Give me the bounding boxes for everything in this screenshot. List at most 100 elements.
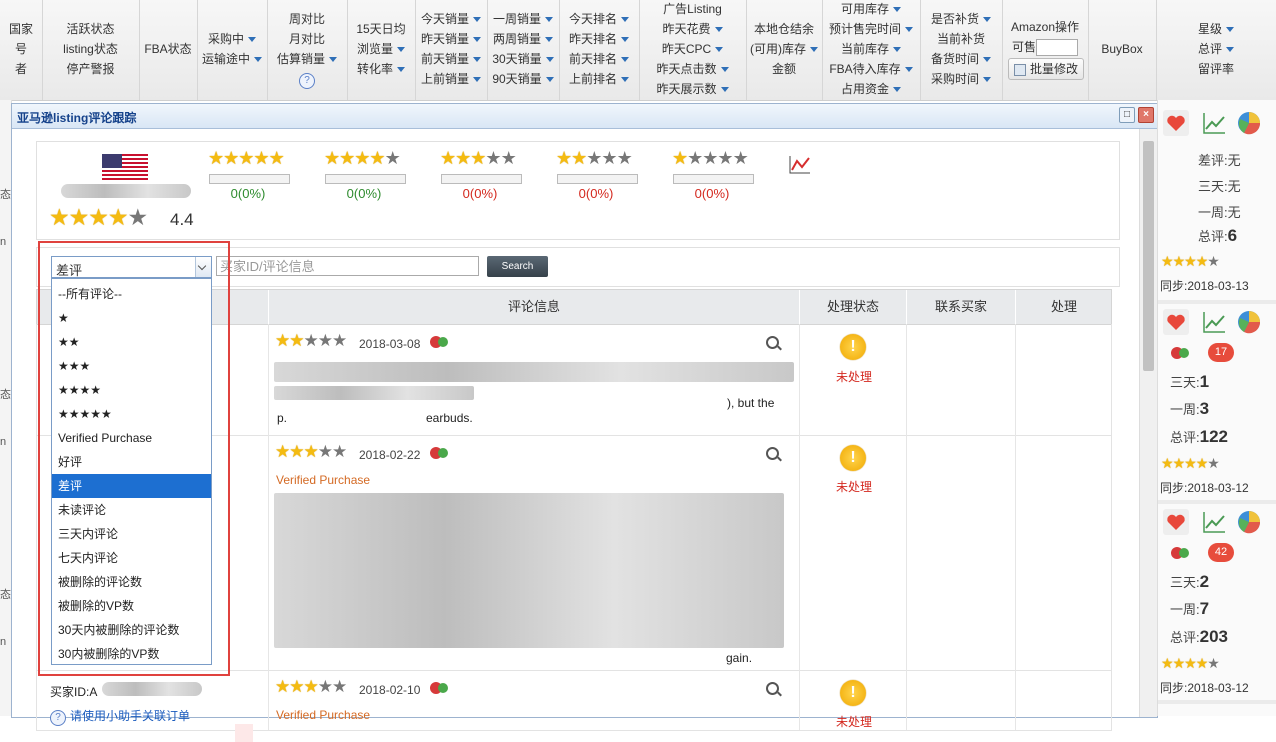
header-2week-sales[interactable]: 两周销量 [493,32,541,46]
header-30day-sales[interactable]: 30天销量 [492,52,541,66]
filter-option[interactable]: 差评 [52,474,211,498]
chevron-down-icon[interactable] [904,67,913,73]
buyer-profile-icon[interactable] [429,444,451,460]
header-week-compare[interactable]: 周对比 [267,11,347,27]
filter-option[interactable]: 七天内评论 [52,546,211,570]
line-chart-icon[interactable] [1201,309,1227,335]
chevron-down-icon[interactable] [545,17,553,23]
header-in-transit[interactable]: 运输途中 [202,52,250,66]
header-today-sales[interactable]: 今天销量 [421,12,469,26]
filter-option[interactable]: ★★ [52,330,211,354]
buyer-search-input[interactable]: 买家ID/评论信息 [216,256,479,276]
header-purchasing[interactable]: 采购中 [208,32,244,46]
chevron-down-icon[interactable] [720,87,729,93]
header-est-sales[interactable]: 估算销量 [277,52,325,66]
chevron-down-icon[interactable] [397,47,405,53]
filter-option[interactable]: 三天内评论 [52,522,211,546]
search-icon[interactable] [766,682,779,695]
header-capital[interactable]: 占用资金 [841,82,889,96]
header-ad-cpc[interactable]: 昨天CPC [662,42,711,56]
header-conversion[interactable]: 转化率 [357,62,393,76]
chevron-down-icon[interactable] [397,67,405,73]
chevron-down-icon[interactable] [473,57,481,63]
header-need-restock[interactable]: 是否补货 [931,12,979,26]
line-chart-icon[interactable] [1201,110,1227,136]
header-15day-avg[interactable]: 15天日均 [347,21,415,37]
chevron-down-icon[interactable] [714,27,723,33]
restore-icon[interactable]: □ [1119,107,1135,123]
header-total-reviews[interactable]: 总评 [1198,42,1222,56]
chevron-down-icon[interactable] [715,47,724,53]
help-icon[interactable]: ? [299,73,315,89]
search-icon[interactable] [766,447,779,460]
header-review-rate[interactable]: 留评率 [1156,61,1276,77]
header-discontinue-alert[interactable]: 停产警报 [42,61,139,77]
chevron-down-icon[interactable] [621,77,629,83]
chevron-down-icon[interactable] [545,37,553,43]
header-listing-status[interactable]: listing状态 [42,41,139,57]
chevron-down-icon[interactable] [248,37,256,43]
filter-dropdown-list[interactable]: --所有评论-- ★ ★★ ★★★ ★★★★ ★★★★★ Verified Purchase… [51,278,212,665]
chevron-down-icon[interactable] [621,57,629,63]
chevron-down-icon[interactable] [254,57,262,63]
header-prev-sales[interactable]: 上前销量 [421,72,469,86]
chevron-down-icon[interactable] [893,7,901,13]
header-amount[interactable]: 金额 [746,61,822,77]
header-local-balance[interactable]: 本地仓结余 [746,21,822,37]
pie-chart-icon[interactable] [1236,509,1262,535]
filter-option[interactable]: ★ [52,306,211,330]
header-daybefore-rank[interactable]: 前天排名 [569,52,617,66]
filter-option[interactable]: 未读评论 [52,498,211,522]
chevron-down-icon[interactable] [473,77,481,83]
header-ad-listing[interactable]: 广告Listing [639,1,746,17]
chevron-down-icon[interactable] [720,67,729,73]
chevron-down-icon[interactable] [983,77,991,83]
header-usable-stock[interactable]: 可用库存 [841,2,889,16]
header-star-rating[interactable]: 星级 [1198,22,1222,36]
buyer-profile-icon[interactable] [1170,344,1192,360]
filter-option[interactable]: --所有评论-- [52,282,211,306]
header-pageviews[interactable]: 浏览量 [357,42,393,56]
header-ad-spend[interactable]: 昨天花费 [662,22,710,36]
search-icon[interactable] [766,336,779,349]
chevron-down-icon[interactable] [905,27,913,33]
new-review-badge[interactable]: 17 [1208,343,1234,362]
heart-icon[interactable] [1163,110,1189,136]
chevron-down-icon[interactable] [1226,47,1234,53]
header-ad-impressions[interactable]: 昨天展示数 [656,82,716,96]
header-buybox[interactable]: BuyBox [1088,41,1156,57]
chevron-down-icon[interactable] [893,47,901,53]
header-sellout-time[interactable]: 预计售完时间 [829,22,901,36]
new-review-badge[interactable]: 42 [1208,543,1234,562]
header-daybefore-sales[interactable]: 前天销量 [421,52,469,66]
filter-option[interactable]: 好评 [52,450,211,474]
filter-option[interactable]: 被删除的评论数 [52,570,211,594]
chevron-down-icon[interactable] [983,17,991,23]
dialog-titlebar[interactable]: 亚马逊listing评论跟踪 □ × [12,104,1157,129]
header-current-restock[interactable]: 当前补货 [920,31,1002,47]
chevron-down-icon[interactable] [195,257,211,277]
header-yesterday-rank[interactable]: 昨天排名 [569,32,617,46]
link-order-link[interactable]: ? 请使用小助手关联订单 [50,707,190,726]
header-today-rank[interactable]: 今天排名 [569,12,617,26]
buyer-profile-icon[interactable] [429,679,451,695]
heart-icon[interactable] [1163,509,1189,535]
search-button[interactable]: Search [487,256,548,277]
chevron-down-icon[interactable] [983,57,991,63]
pie-chart-icon[interactable] [1236,309,1262,335]
sellable-checkbox[interactable] [1036,39,1078,57]
chevron-down-icon[interactable] [893,87,901,93]
chevron-down-icon[interactable] [473,17,481,23]
buyer-profile-icon[interactable] [429,333,451,349]
chevron-down-icon[interactable] [1226,27,1234,33]
header-yesterday-sales[interactable]: 昨天销量 [421,32,469,46]
header-active-status[interactable]: 活跃状态 [42,21,139,37]
chevron-down-icon[interactable] [621,37,629,43]
header-available-stock[interactable]: (可用)库存 [750,42,806,56]
header-prep-time[interactable]: 备货时间 [931,52,979,66]
filter-option[interactable]: 30天内被删除的评论数 [52,618,211,642]
filter-option[interactable]: ★★★ [52,354,211,378]
filter-option[interactable]: ★★★★★ [52,402,211,426]
pie-chart-icon[interactable] [1236,110,1262,136]
filter-option[interactable]: ★★★★ [52,378,211,402]
